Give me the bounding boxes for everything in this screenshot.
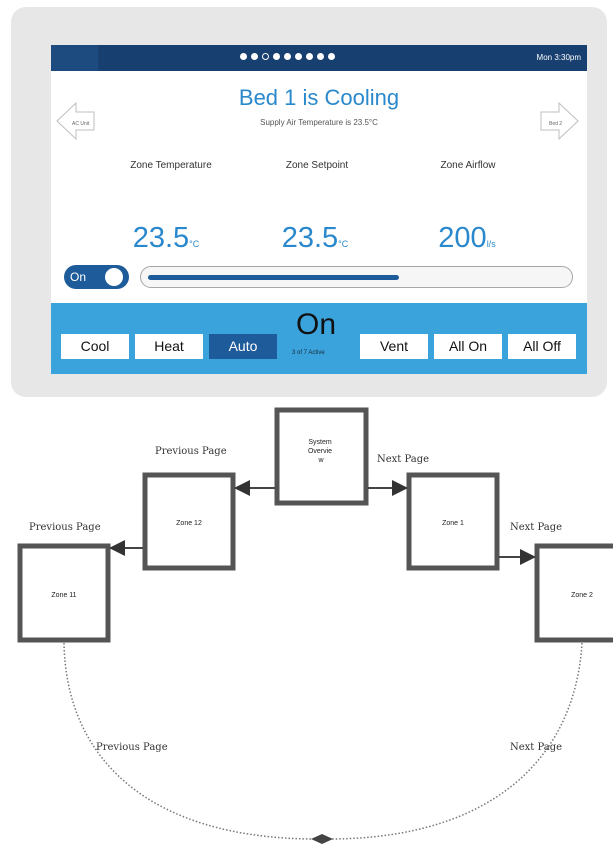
loop-arrowhead-right [322, 834, 333, 844]
edge-label-overview-zone12: Previous Page [155, 446, 227, 457]
edge-label-overview-zone1: Next Page [377, 454, 429, 465]
edge-zone11-loop [63, 642, 314, 840]
node-zone-11-label: Zone 11 [51, 592, 76, 599]
edge-label-zone1-zone2: Next Page [510, 522, 562, 533]
node-zone-2-label: Zone 2 [571, 592, 593, 599]
node-zone-1-label: Zone 1 [442, 520, 464, 527]
loop-arrowhead-left [311, 834, 322, 844]
edge-label-zone2-loop: Next Page [510, 742, 562, 753]
edge-label-zone11-loop: Previous Page [96, 742, 168, 753]
node-zone-12-label: Zone 12 [176, 520, 202, 527]
edge-zone2-loop [331, 642, 583, 840]
navigation-flow-diagram: System Overvie w Zone 12 Zone 1 Zone 11 … [17, 407, 613, 844]
edge-label-zone12-zone11: Previous Page [29, 522, 101, 533]
